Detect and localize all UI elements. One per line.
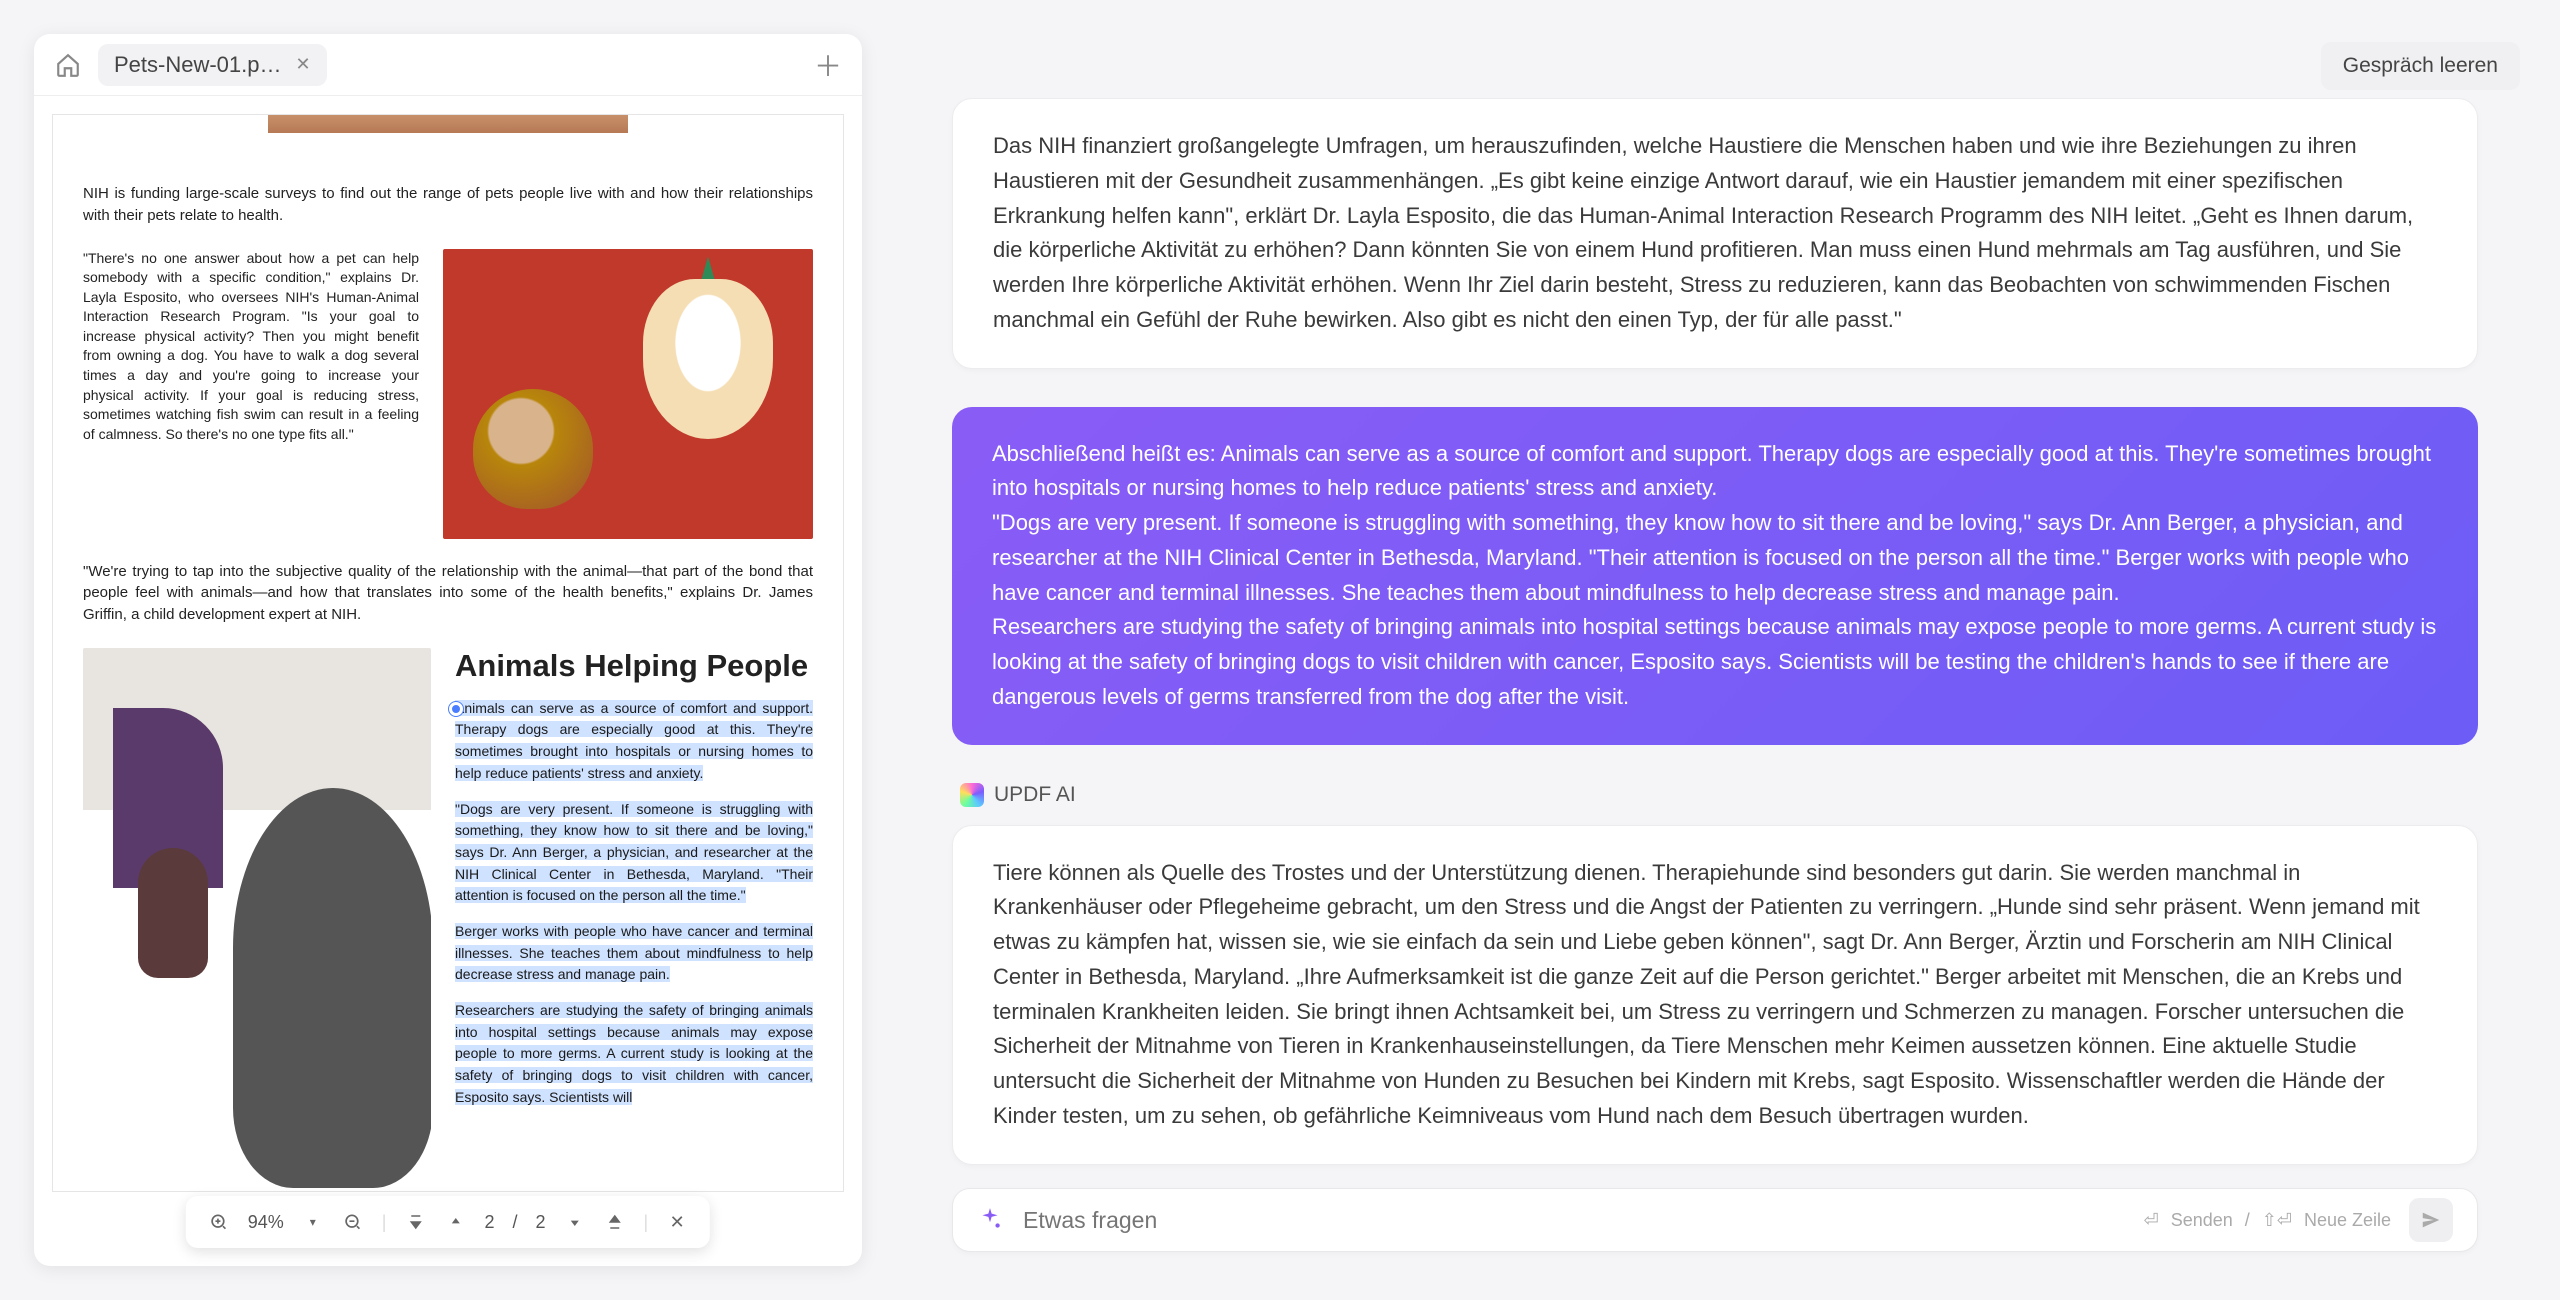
assistant-message-1: Das NIH finanziert großangelegte Umfrage… bbox=[952, 98, 2478, 369]
page-current[interactable]: 2 bbox=[484, 1212, 494, 1233]
tab-filename: Pets-New-01.p… bbox=[114, 52, 282, 78]
image-dogs bbox=[443, 249, 813, 539]
hint-sep: / bbox=[2245, 1210, 2250, 1231]
user-message: Abschließend heißt es: Animals can serve… bbox=[952, 407, 2478, 745]
chat-scroll[interactable]: Das NIH finanziert großangelegte Umfrage… bbox=[896, 98, 2534, 1188]
paragraph-quote-2: "We're trying to tap into the subjective… bbox=[83, 561, 813, 626]
document-viewport[interactable]: NIH is funding large-scale surveys to fi… bbox=[34, 96, 862, 1266]
chat-composer: ⏎ Senden / ⇧⏎ Neue Zeile bbox=[952, 1188, 2478, 1252]
hint-newline: Neue Zeile bbox=[2304, 1210, 2391, 1231]
ai-chat-panel: Gespräch leeren Das NIH finanziert großa… bbox=[896, 34, 2534, 1266]
close-tab-icon[interactable]: ✕ bbox=[296, 54, 311, 75]
hint-send: Senden bbox=[2171, 1210, 2233, 1231]
highlight-3[interactable]: Berger works with people who have cancer… bbox=[455, 923, 813, 982]
heading-animals: Animals Helping People bbox=[455, 648, 813, 684]
home-icon[interactable] bbox=[52, 49, 84, 81]
page-sep: / bbox=[513, 1212, 518, 1233]
clear-conversation-button[interactable]: Gespräch leeren bbox=[2321, 42, 2520, 90]
document-tab[interactable]: Pets-New-01.p… ✕ bbox=[98, 44, 327, 86]
zoom-value: 94% bbox=[248, 1212, 284, 1233]
zoom-in-icon[interactable] bbox=[208, 1211, 230, 1233]
shift-enter-key-icon: ⇧⏎ bbox=[2262, 1210, 2292, 1231]
next-page-icon[interactable] bbox=[564, 1211, 586, 1233]
paragraph-nih: NIH is funding large-scale surveys to fi… bbox=[83, 183, 813, 227]
sparkle-icon[interactable] bbox=[977, 1206, 1005, 1234]
highlight-1[interactable]: Animals can serve as a source of comfort… bbox=[455, 700, 813, 781]
ai-label: UPDF AI bbox=[960, 783, 2478, 807]
image-sliver bbox=[268, 115, 628, 133]
page-total: 2 bbox=[536, 1212, 546, 1233]
selection-start-handle[interactable] bbox=[449, 702, 463, 716]
tab-bar: Pets-New-01.p… ✕ ＋ bbox=[34, 34, 862, 96]
ai-name: UPDF AI bbox=[994, 783, 1076, 807]
composer-hints: ⏎ Senden / ⇧⏎ Neue Zeile bbox=[2144, 1210, 2391, 1231]
assistant-message-2: Tiere können als Quelle des Trostes und … bbox=[952, 825, 2478, 1165]
highlight-2[interactable]: "Dogs are very present. If someone is st… bbox=[455, 801, 813, 904]
page-toolbar: 94% ▾ | 2 / 2 | ✕ bbox=[186, 1196, 710, 1248]
pdf-page: NIH is funding large-scale surveys to fi… bbox=[52, 114, 844, 1192]
chat-input[interactable] bbox=[1023, 1207, 2126, 1234]
last-page-icon[interactable] bbox=[604, 1211, 626, 1233]
image-cat bbox=[83, 648, 431, 1188]
send-button[interactable] bbox=[2409, 1198, 2453, 1242]
zoom-out-icon[interactable] bbox=[342, 1211, 364, 1233]
paragraph-quote-1: "There's no one answer about how a pet c… bbox=[83, 249, 419, 539]
pdf-viewer-panel: Pets-New-01.p… ✕ ＋ NIH is funding large-… bbox=[34, 34, 862, 1266]
first-page-icon[interactable] bbox=[404, 1211, 426, 1233]
highlight-4[interactable]: Researchers are studying the safety of b… bbox=[455, 1002, 813, 1105]
zoom-dropdown-icon[interactable]: ▾ bbox=[302, 1211, 324, 1233]
new-tab-button[interactable]: ＋ bbox=[812, 49, 844, 81]
close-toolbar-icon[interactable]: ✕ bbox=[666, 1211, 688, 1233]
highlighted-section: Animals Helping People Animals can serve… bbox=[455, 648, 813, 1188]
enter-key-icon: ⏎ bbox=[2144, 1210, 2159, 1231]
updf-ai-logo-icon bbox=[960, 783, 984, 807]
prev-page-icon[interactable] bbox=[444, 1211, 466, 1233]
